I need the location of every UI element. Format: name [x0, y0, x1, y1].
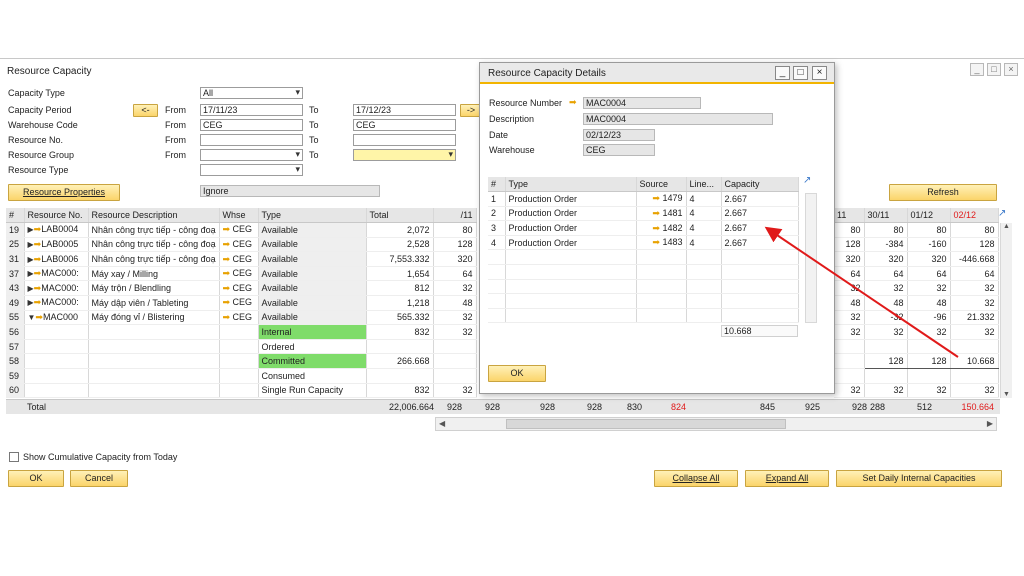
annotation-arrow [764, 226, 959, 358]
